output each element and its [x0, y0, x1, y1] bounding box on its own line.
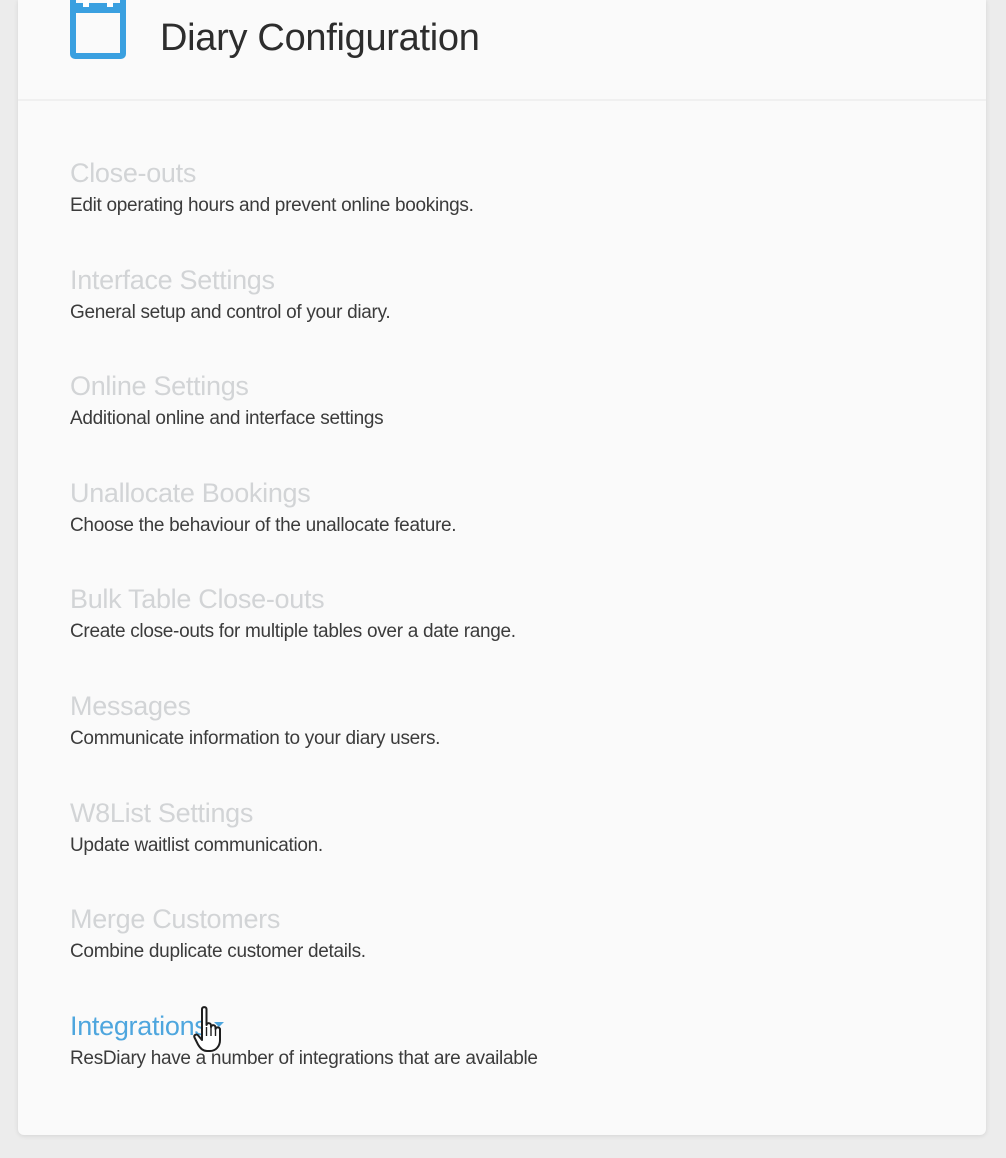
w8list-settings-link[interactable]: W8List Settings: [70, 793, 253, 833]
interface-settings-link[interactable]: Interface Settings: [70, 260, 275, 300]
unallocate-bookings-link[interactable]: Unallocate Bookings: [70, 473, 311, 513]
calendar-icon: [70, 0, 126, 59]
settings-item-messages: Messages Communicate information to your…: [70, 686, 950, 793]
panel-header: Diary Configuration: [18, 0, 986, 101]
settings-item-w8list-settings: W8List Settings Update waitlist communic…: [70, 793, 950, 900]
close-outs-description: Edit operating hours and prevent online …: [70, 195, 474, 216]
settings-item-interface-settings: Interface Settings General setup and con…: [70, 260, 950, 367]
unallocate-bookings-description: Choose the behaviour of the unallocate f…: [70, 514, 457, 536]
diary-configuration-panel: Diary Configuration Close-outs Edit oper…: [18, 0, 986, 1135]
settings-item-integrations: Integrations ResDiary have a number of i…: [70, 1006, 950, 1113]
page-title: Diary Configuration: [160, 17, 480, 59]
settings-item-online-settings: Online Settings Additional online and in…: [70, 366, 950, 473]
online-settings-description: Additional online and interface settings: [70, 408, 384, 430]
settings-item-unallocate-bookings: Unallocate Bookings Choose the behaviour…: [70, 473, 950, 580]
online-settings-link[interactable]: Online Settings: [70, 366, 249, 406]
settings-list: Close-outs Edit operating hours and prev…: [70, 153, 950, 1112]
settings-item-close-outs: Close-outs Edit operating hours and prev…: [70, 153, 950, 260]
bulk-table-close-outs-description: Create close-outs for multiple tables ov…: [70, 621, 516, 643]
caret-down-icon: [213, 1022, 224, 1028]
integrations-description: ResDiary have a number of integrations t…: [70, 1047, 538, 1069]
integrations-label: Integrations: [70, 1010, 208, 1041]
merge-customers-link[interactable]: Merge Customers: [70, 899, 280, 939]
messages-link[interactable]: Messages: [70, 686, 191, 726]
messages-description: Communicate information to your diary us…: [70, 727, 441, 749]
close-outs-link[interactable]: Close-outs: [70, 153, 196, 193]
interface-settings-description: General setup and control of your diary.: [70, 301, 391, 323]
bulk-table-close-outs-link[interactable]: Bulk Table Close-outs: [70, 579, 325, 619]
w8list-settings-description: Update waitlist communication.: [70, 834, 323, 856]
settings-item-bulk-table-close-outs: Bulk Table Close-outs Create close-outs …: [70, 579, 950, 686]
merge-customers-description: Combine duplicate customer details.: [70, 941, 366, 963]
settings-item-merge-customers: Merge Customers Combine duplicate custom…: [70, 899, 950, 1006]
integrations-dropdown-toggle[interactable]: Integrations: [70, 1006, 224, 1046]
